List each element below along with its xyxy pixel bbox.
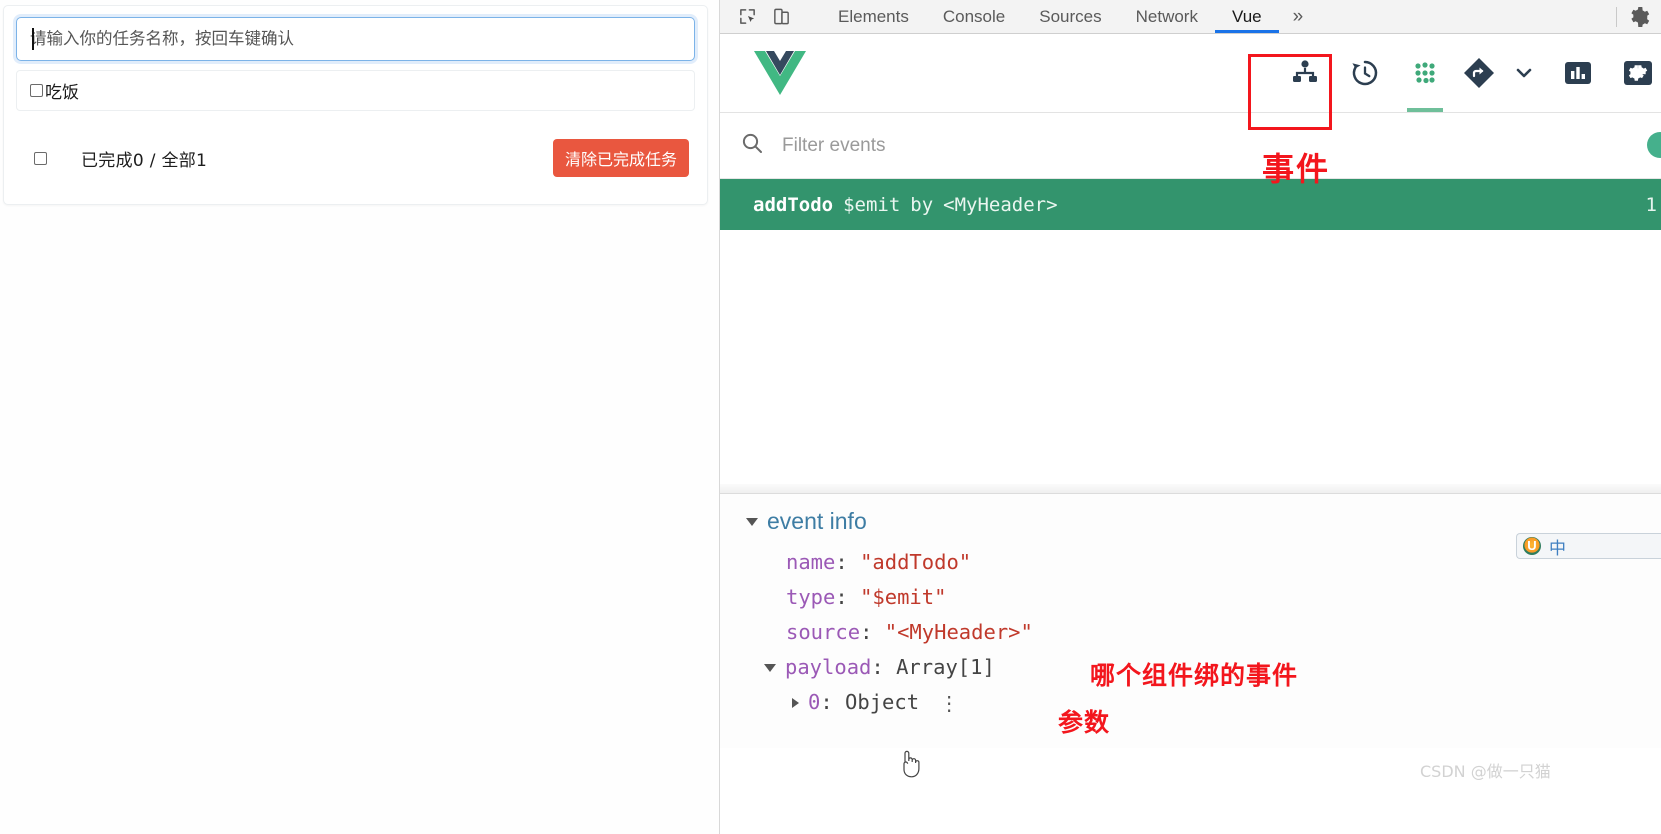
text-caret xyxy=(32,28,34,50)
tab-console[interactable]: Console xyxy=(926,0,1022,33)
info-row-source: source: "<MyHeader>" xyxy=(786,620,1033,644)
todo-card: 吃饭 已完成0 / 全部1 清除已完成任务 xyxy=(3,5,708,205)
toggle-all-checkbox[interactable] xyxy=(34,151,47,165)
tab-sources[interactable]: Sources xyxy=(1022,0,1118,33)
topbar-right-divider xyxy=(1616,6,1617,27)
todo-app-pane: 吃饭 已完成0 / 全部1 清除已完成任务 xyxy=(0,0,719,834)
todo-list-item[interactable]: 吃饭 xyxy=(16,70,695,111)
more-tabs-chevron-icon[interactable]: » xyxy=(1279,0,1318,33)
payload-child-index: 0 xyxy=(808,690,821,714)
todo-count-text: 已完成0 / 全部1 xyxy=(81,150,208,171)
info-row-type: type: "$emit" xyxy=(786,585,947,609)
timeline-history-icon[interactable] xyxy=(1339,34,1391,112)
settings-gear-icon[interactable] xyxy=(1615,34,1661,112)
device-toolbar-icon[interactable] xyxy=(768,3,795,30)
csdn-watermark: CSDN @做一只猫 xyxy=(1420,762,1551,781)
event-info-title: event info xyxy=(767,508,867,534)
kebab-menu-icon[interactable]: ⋮ xyxy=(939,693,959,713)
filter-events-bar xyxy=(720,113,1661,179)
triangle-down-icon xyxy=(746,517,758,526)
ime-indicator[interactable]: 中 xyxy=(1516,533,1661,559)
info-value-type: "$emit" xyxy=(860,585,947,609)
components-tree-icon[interactable] xyxy=(1279,34,1331,112)
event-info-header[interactable]: event info xyxy=(746,508,1661,535)
info-row-payload-child[interactable]: 0: Object ⋮ xyxy=(746,685,1661,720)
devtools-tabs: Elements Console Sources Network Vue xyxy=(821,0,1279,33)
event-by-label: by xyxy=(910,193,934,216)
event-type: $emit xyxy=(843,193,901,216)
todo-footer: 已完成0 / 全部1 清除已完成任务 xyxy=(16,134,695,182)
devtools-settings-gear-icon[interactable] xyxy=(1627,5,1661,29)
tab-vue[interactable]: Vue xyxy=(1214,0,1279,33)
info-key-source: source xyxy=(786,620,861,644)
filter-events-input[interactable] xyxy=(780,133,1300,158)
info-key-name: name xyxy=(786,550,836,574)
chevron-down-icon[interactable] xyxy=(1507,34,1541,112)
info-value-payload: Array[1] xyxy=(896,655,995,679)
events-dots-icon[interactable] xyxy=(1399,34,1451,112)
screen: 吃饭 已完成0 / 全部1 清除已完成任务 xyxy=(0,0,1661,834)
devtools-topbar-right xyxy=(1616,0,1661,33)
event-name: addTodo xyxy=(753,193,834,216)
payload-child-triangle-right-icon[interactable] xyxy=(792,697,799,708)
tab-elements[interactable]: Elements xyxy=(821,0,926,33)
tab-network[interactable]: Network xyxy=(1119,0,1215,33)
clear-completed-button[interactable]: 清除已完成任务 xyxy=(552,139,689,177)
event-list-empty-area xyxy=(720,230,1661,484)
clear-events-button[interactable] xyxy=(1647,132,1661,158)
todo-item-checkbox[interactable] xyxy=(30,84,43,97)
info-value-name: "addTodo" xyxy=(860,550,972,574)
todo-item-label: 吃饭 xyxy=(45,83,79,103)
inspect-element-icon[interactable] xyxy=(734,3,761,30)
devtools-tool-icons xyxy=(720,0,821,33)
event-list-item[interactable]: addTodo $emit by <MyHeader> 1 xyxy=(720,179,1661,230)
info-value-source: "<MyHeader>" xyxy=(884,620,1033,644)
devtools-pane: Elements Console Sources Network Vue » F… xyxy=(719,0,1661,834)
performance-bars-icon[interactable] xyxy=(1549,34,1607,112)
payload-triangle-down-icon[interactable] xyxy=(764,663,776,672)
payload-child-value: Object xyxy=(845,690,920,714)
vue-logo xyxy=(752,48,808,98)
sogou-input-icon xyxy=(1523,537,1541,555)
event-timestamp: 1 xyxy=(1645,193,1657,216)
vue-devtools-toolbar xyxy=(720,34,1661,113)
routes-diamond-icon[interactable] xyxy=(1459,34,1499,112)
devtools-topbar: Elements Console Sources Network Vue » xyxy=(720,0,1661,34)
ime-mode-label[interactable]: 中 xyxy=(1549,534,1566,559)
vue-toolbar-actions xyxy=(1279,34,1661,112)
info-panel-divider[interactable] xyxy=(720,484,1661,494)
todo-input[interactable] xyxy=(16,17,695,61)
todo-input-wrapper xyxy=(16,17,695,61)
info-row-payload[interactable]: payload: Array[1] xyxy=(746,650,1661,685)
search-icon xyxy=(740,131,764,160)
info-key-payload: payload xyxy=(785,655,872,679)
event-source: <MyHeader> xyxy=(943,193,1058,216)
info-key-type: type xyxy=(786,585,836,609)
